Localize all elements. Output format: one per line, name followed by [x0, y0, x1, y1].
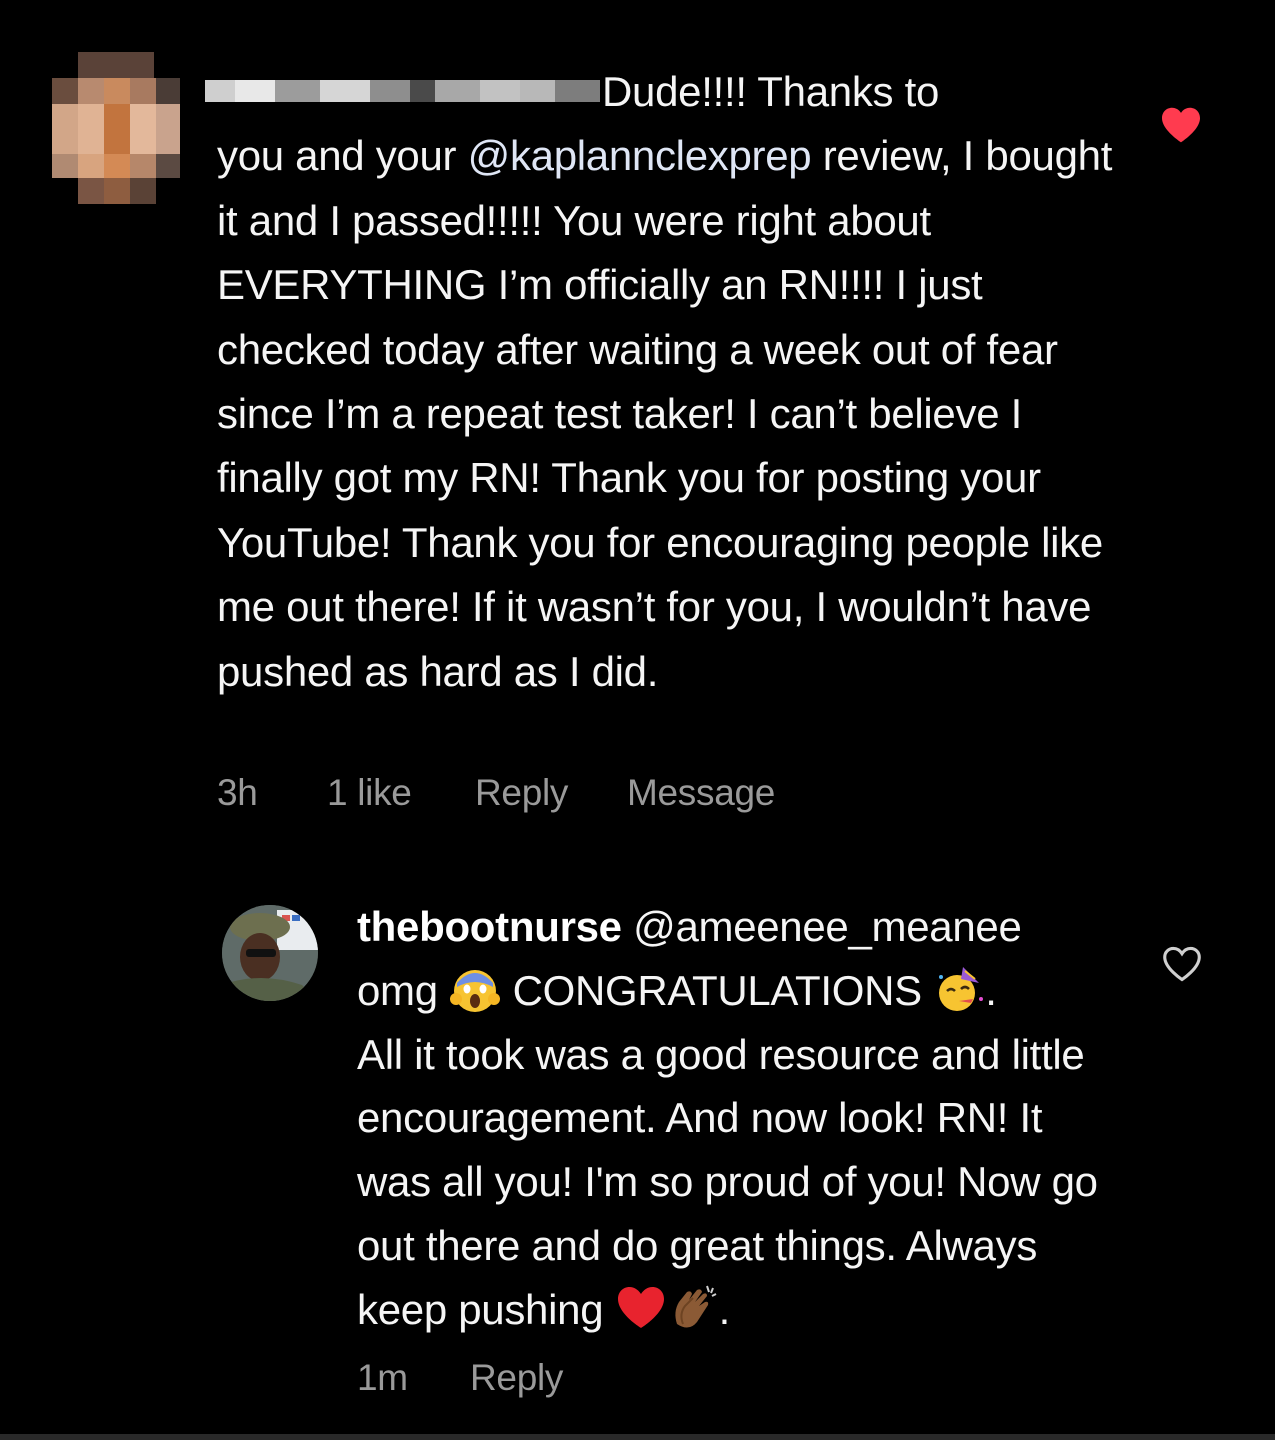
clapping-hands-emoji — [675, 1285, 717, 1328]
comment-1-body: Dude!!!! Thanks to you and your @kaplannc… — [217, 60, 1117, 704]
commenter-avatar-blurred[interactable] — [52, 52, 180, 204]
comment-1-likes[interactable]: 1 like — [327, 772, 412, 814]
red-heart-emoji — [617, 1286, 664, 1328]
comment-2-text-e: . — [718, 1285, 731, 1333]
comment-1-time: 3h — [217, 772, 258, 813]
comment-1-first-line: Dude!!!! Thanks to — [602, 68, 940, 115]
avatar-portrait — [222, 905, 318, 1001]
bottom-divider — [0, 1434, 1275, 1440]
comment-2-mention[interactable]: @ameenee_meanee — [633, 903, 1022, 950]
comment-2-username[interactable]: thebootnurse — [357, 903, 622, 950]
comment-2-time: 1m — [357, 1357, 408, 1398]
comment-1-reply-button[interactable]: Reply — [475, 772, 568, 814]
heart-filled-icon[interactable] — [1160, 106, 1202, 144]
comment-2-text-b: CONGRATULATIONS — [512, 966, 923, 1014]
face-screaming-in-fear-emoji — [450, 969, 501, 1012]
comment-2-body: thebootnurse @ameenee_meaneeomg CONGRATU… — [357, 895, 1117, 1342]
comment-1-text-pre: you and your — [217, 132, 468, 180]
comment-1-text-post: review, I bought it and I passed!!!!! Yo… — [217, 132, 1113, 695]
comment-1-message-button[interactable]: Message — [627, 772, 775, 814]
thebootnurse-avatar[interactable] — [222, 905, 318, 1001]
comment-2-reply-button[interactable]: Reply — [470, 1357, 563, 1399]
mention-link[interactable]: @kaplannclexprep — [468, 132, 812, 179]
comment-2-text-c: . — [985, 966, 997, 1014]
heart-outline-icon[interactable] — [1161, 945, 1203, 983]
partying-face-emoji — [939, 966, 984, 1011]
comment-2-text-a: omg — [357, 966, 438, 1014]
